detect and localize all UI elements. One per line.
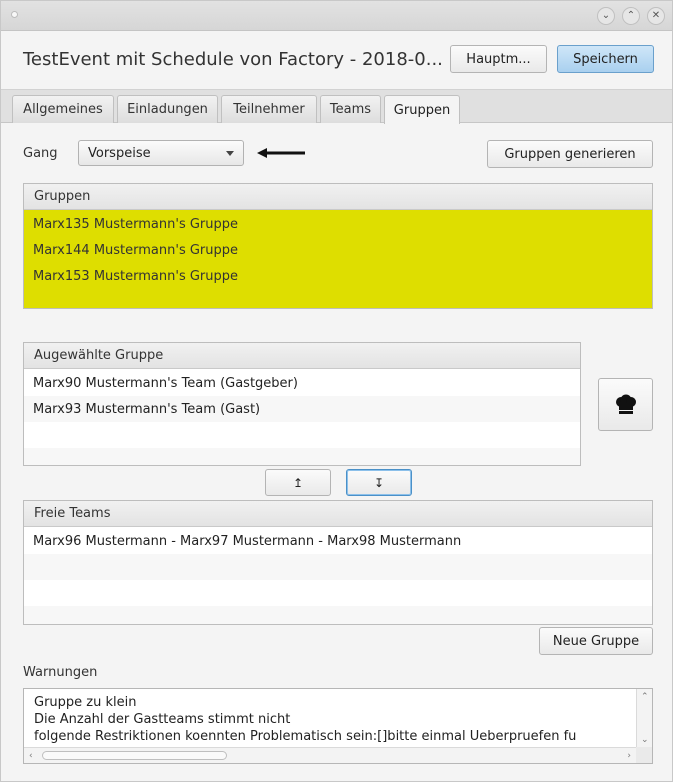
list-item[interactable]: Marx153 Mustermann's Gruppe <box>24 263 652 289</box>
groups-list-header: Gruppen <box>24 184 652 210</box>
warnings-textarea[interactable]: Gruppe zu klein Die Anzahl der Gastteams… <box>23 688 653 764</box>
chef-hat-icon <box>615 394 636 414</box>
event-header: TestEvent mit Schedule von Factory - 201… <box>1 32 672 90</box>
tab-einladungen[interactable]: Einladungen <box>117 95 218 123</box>
selected-group-list[interactable]: Augewählte Gruppe Marx90 Mustermann's Te… <box>23 342 581 466</box>
list-item[interactable]: Marx96 Mustermann - Marx97 Mustermann - … <box>24 528 652 554</box>
scroll-corner <box>636 747 652 763</box>
scroll-left-icon[interactable]: ‹ <box>29 751 33 761</box>
tab-gruppen[interactable]: Gruppen <box>384 95 460 124</box>
arrow-left-icon <box>257 148 305 158</box>
list-item[interactable]: Marx144 Mustermann's Gruppe <box>24 237 652 263</box>
list-item-empty <box>24 448 580 465</box>
list-item-empty <box>24 580 652 606</box>
list-item-empty <box>24 554 652 580</box>
free-teams-header: Freie Teams <box>24 501 652 527</box>
warning-line: Die Anzahl der Gastteams stimmt nicht <box>34 712 291 727</box>
move-up-icon: ↥ <box>292 475 304 490</box>
minimize-icon[interactable]: ⌄ <box>597 7 615 25</box>
warning-line: folgende Restriktionen koennten Problema… <box>34 729 577 744</box>
chevron-down-icon <box>226 151 234 156</box>
groups-list[interactable]: Gruppen Marx135 Mustermann's Gruppe Marx… <box>23 183 653 309</box>
event-title: TestEvent mit Schedule von Factory - 201… <box>23 49 443 70</box>
scroll-down-icon[interactable]: ⌄ <box>641 735 649 745</box>
list-item[interactable]: Marx93 Mustermann's Team (Gast) <box>24 396 580 422</box>
gang-selected-value: Vorspeise <box>88 145 151 161</box>
chef-hat-button[interactable] <box>598 378 653 431</box>
scroll-up-icon[interactable]: ⌃ <box>641 692 649 702</box>
vertical-scrollbar[interactable]: ⌃ ⌄ <box>636 689 652 747</box>
move-down-button[interactable]: ↧ <box>346 469 412 496</box>
selected-group-header: Augewählte Gruppe <box>24 343 580 369</box>
maximize-icon[interactable]: ⌃ <box>622 7 640 25</box>
save-button[interactable]: Speichern <box>557 45 654 73</box>
title-bar: ⌄ ⌃ ✕ <box>1 1 672 31</box>
app-window: ⌄ ⌃ ✕ TestEvent mit Schedule von Factory… <box>0 0 673 782</box>
tab-teams[interactable]: Teams <box>320 95 381 123</box>
list-item-empty <box>24 422 580 448</box>
free-teams-list[interactable]: Freie Teams Marx96 Mustermann - Marx97 M… <box>23 500 653 625</box>
tab-strip: Allgemeines Einladungen Teilnehmer Teams… <box>1 90 672 124</box>
generate-groups-button[interactable]: Gruppen generieren <box>487 140 653 168</box>
tab-allgemeines[interactable]: Allgemeines <box>12 95 114 123</box>
close-icon[interactable]: ✕ <box>647 7 665 25</box>
new-group-button[interactable]: Neue Gruppe <box>539 627 653 655</box>
move-down-icon: ↧ <box>373 475 385 490</box>
list-item-empty <box>24 606 652 624</box>
scroll-right-icon[interactable]: › <box>627 751 631 761</box>
window-menu-icon[interactable] <box>11 11 18 18</box>
horizontal-scrollbar[interactable]: ‹ › <box>24 747 636 763</box>
tab-teilnehmer[interactable]: Teilnehmer <box>221 95 317 123</box>
gang-label: Gang <box>23 146 58 161</box>
list-item[interactable]: Marx135 Mustermann's Gruppe <box>24 211 652 237</box>
list-item[interactable]: Marx90 Mustermann's Team (Gastgeber) <box>24 370 580 396</box>
main-menu-button[interactable]: Hauptm... <box>450 45 547 73</box>
horizontal-scroll-thumb[interactable] <box>42 751 227 760</box>
warning-line: Gruppe zu klein <box>34 695 137 710</box>
gang-select[interactable]: Vorspeise <box>78 140 244 166</box>
warnings-label: Warnungen <box>23 665 98 680</box>
move-up-button[interactable]: ↥ <box>265 469 331 496</box>
